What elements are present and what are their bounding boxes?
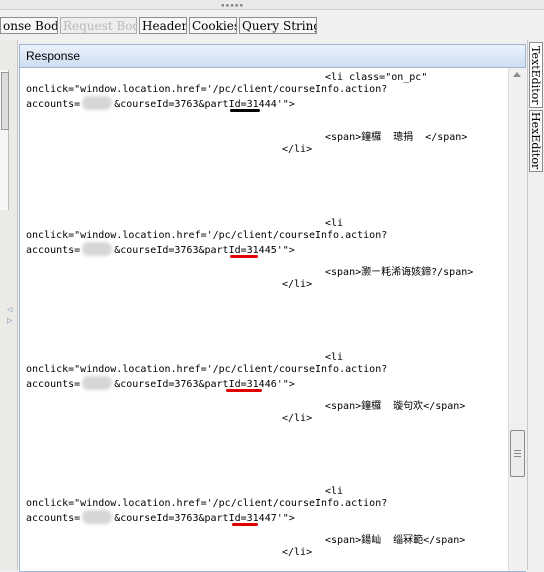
code-line: onclick="window.location.href='/pc/clien…: [26, 230, 388, 241]
code-line: <span>鐘欏 璁捐 </span>: [325, 132, 468, 143]
left-pane-scroll-thumb[interactable]: [1, 72, 9, 130]
redacted-blur: [82, 242, 113, 256]
code-line: <li: [325, 352, 344, 363]
tab-cookies[interactable]: Cookies: [189, 17, 237, 34]
editor-side-tabs: TextEditor HexEditor: [527, 40, 544, 570]
tab-request-body[interactable]: Request Body: [60, 17, 137, 34]
code-line: </li>: [282, 279, 313, 290]
underline-mark: [230, 255, 258, 258]
underline-mark: [232, 523, 258, 526]
code-line: </li>: [282, 144, 313, 155]
code-line: <li class="on_pc": [325, 72, 428, 83]
redacted-blur: [82, 96, 113, 110]
underline-mark: [230, 109, 260, 112]
redacted-blur: [82, 510, 113, 524]
redacted-blur: [82, 376, 113, 390]
code-line: <span>鍚屾 缁冧範</span>: [325, 535, 466, 546]
code-line: <li: [325, 486, 344, 497]
tab-texteditor[interactable]: TextEditor: [529, 42, 543, 108]
scroll-thumb-grip-icon: [514, 456, 521, 457]
scroll-thumb-grip-icon: [514, 453, 521, 454]
response-text-area[interactable]: <li class="on_pc" onclick="window.locati…: [20, 68, 507, 571]
tab-query-string[interactable]: Query String: [239, 17, 317, 34]
tab-hexeditor[interactable]: HexEditor: [529, 110, 543, 172]
code-line: <li: [325, 218, 344, 229]
code-line: <span>鐘欏 璇句欢</span>: [325, 401, 466, 412]
code-line: </li>: [282, 413, 313, 424]
tab-response-body[interactable]: onse Body: [0, 17, 58, 34]
panel-title: Response: [20, 45, 525, 68]
request-tabbar: onse Body Request Body Headers Cookies Q…: [0, 15, 544, 35]
scroll-thumb[interactable]: [510, 430, 525, 477]
tab-headers[interactable]: Headers: [139, 17, 187, 34]
window-top-strip: ▪▪▪▪▪: [0, 0, 544, 10]
code-line: onclick="window.location.href='/pc/clien…: [26, 364, 388, 375]
code-line: </li>: [282, 547, 313, 558]
response-panel: Response <li class="on_pc" onclick="wind…: [19, 44, 526, 572]
code-line: onclick="window.location.href='/pc/clien…: [26, 498, 388, 509]
code-line: onclick="window.location.href='/pc/clien…: [26, 84, 388, 95]
collapse-toggle-icon[interactable]: ◁ ▷: [7, 305, 12, 327]
scroll-up-arrow-icon[interactable]: [513, 72, 521, 77]
underline-mark: [226, 389, 262, 392]
response-scrollbar[interactable]: [508, 68, 526, 571]
code-line: <span>灏ㄧ粍浠诲姟鍗?/span>: [325, 267, 474, 278]
scroll-thumb-grip-icon: [514, 450, 521, 451]
splitter-grip-icon[interactable]: ▪▪▪▪▪: [221, 3, 244, 9]
